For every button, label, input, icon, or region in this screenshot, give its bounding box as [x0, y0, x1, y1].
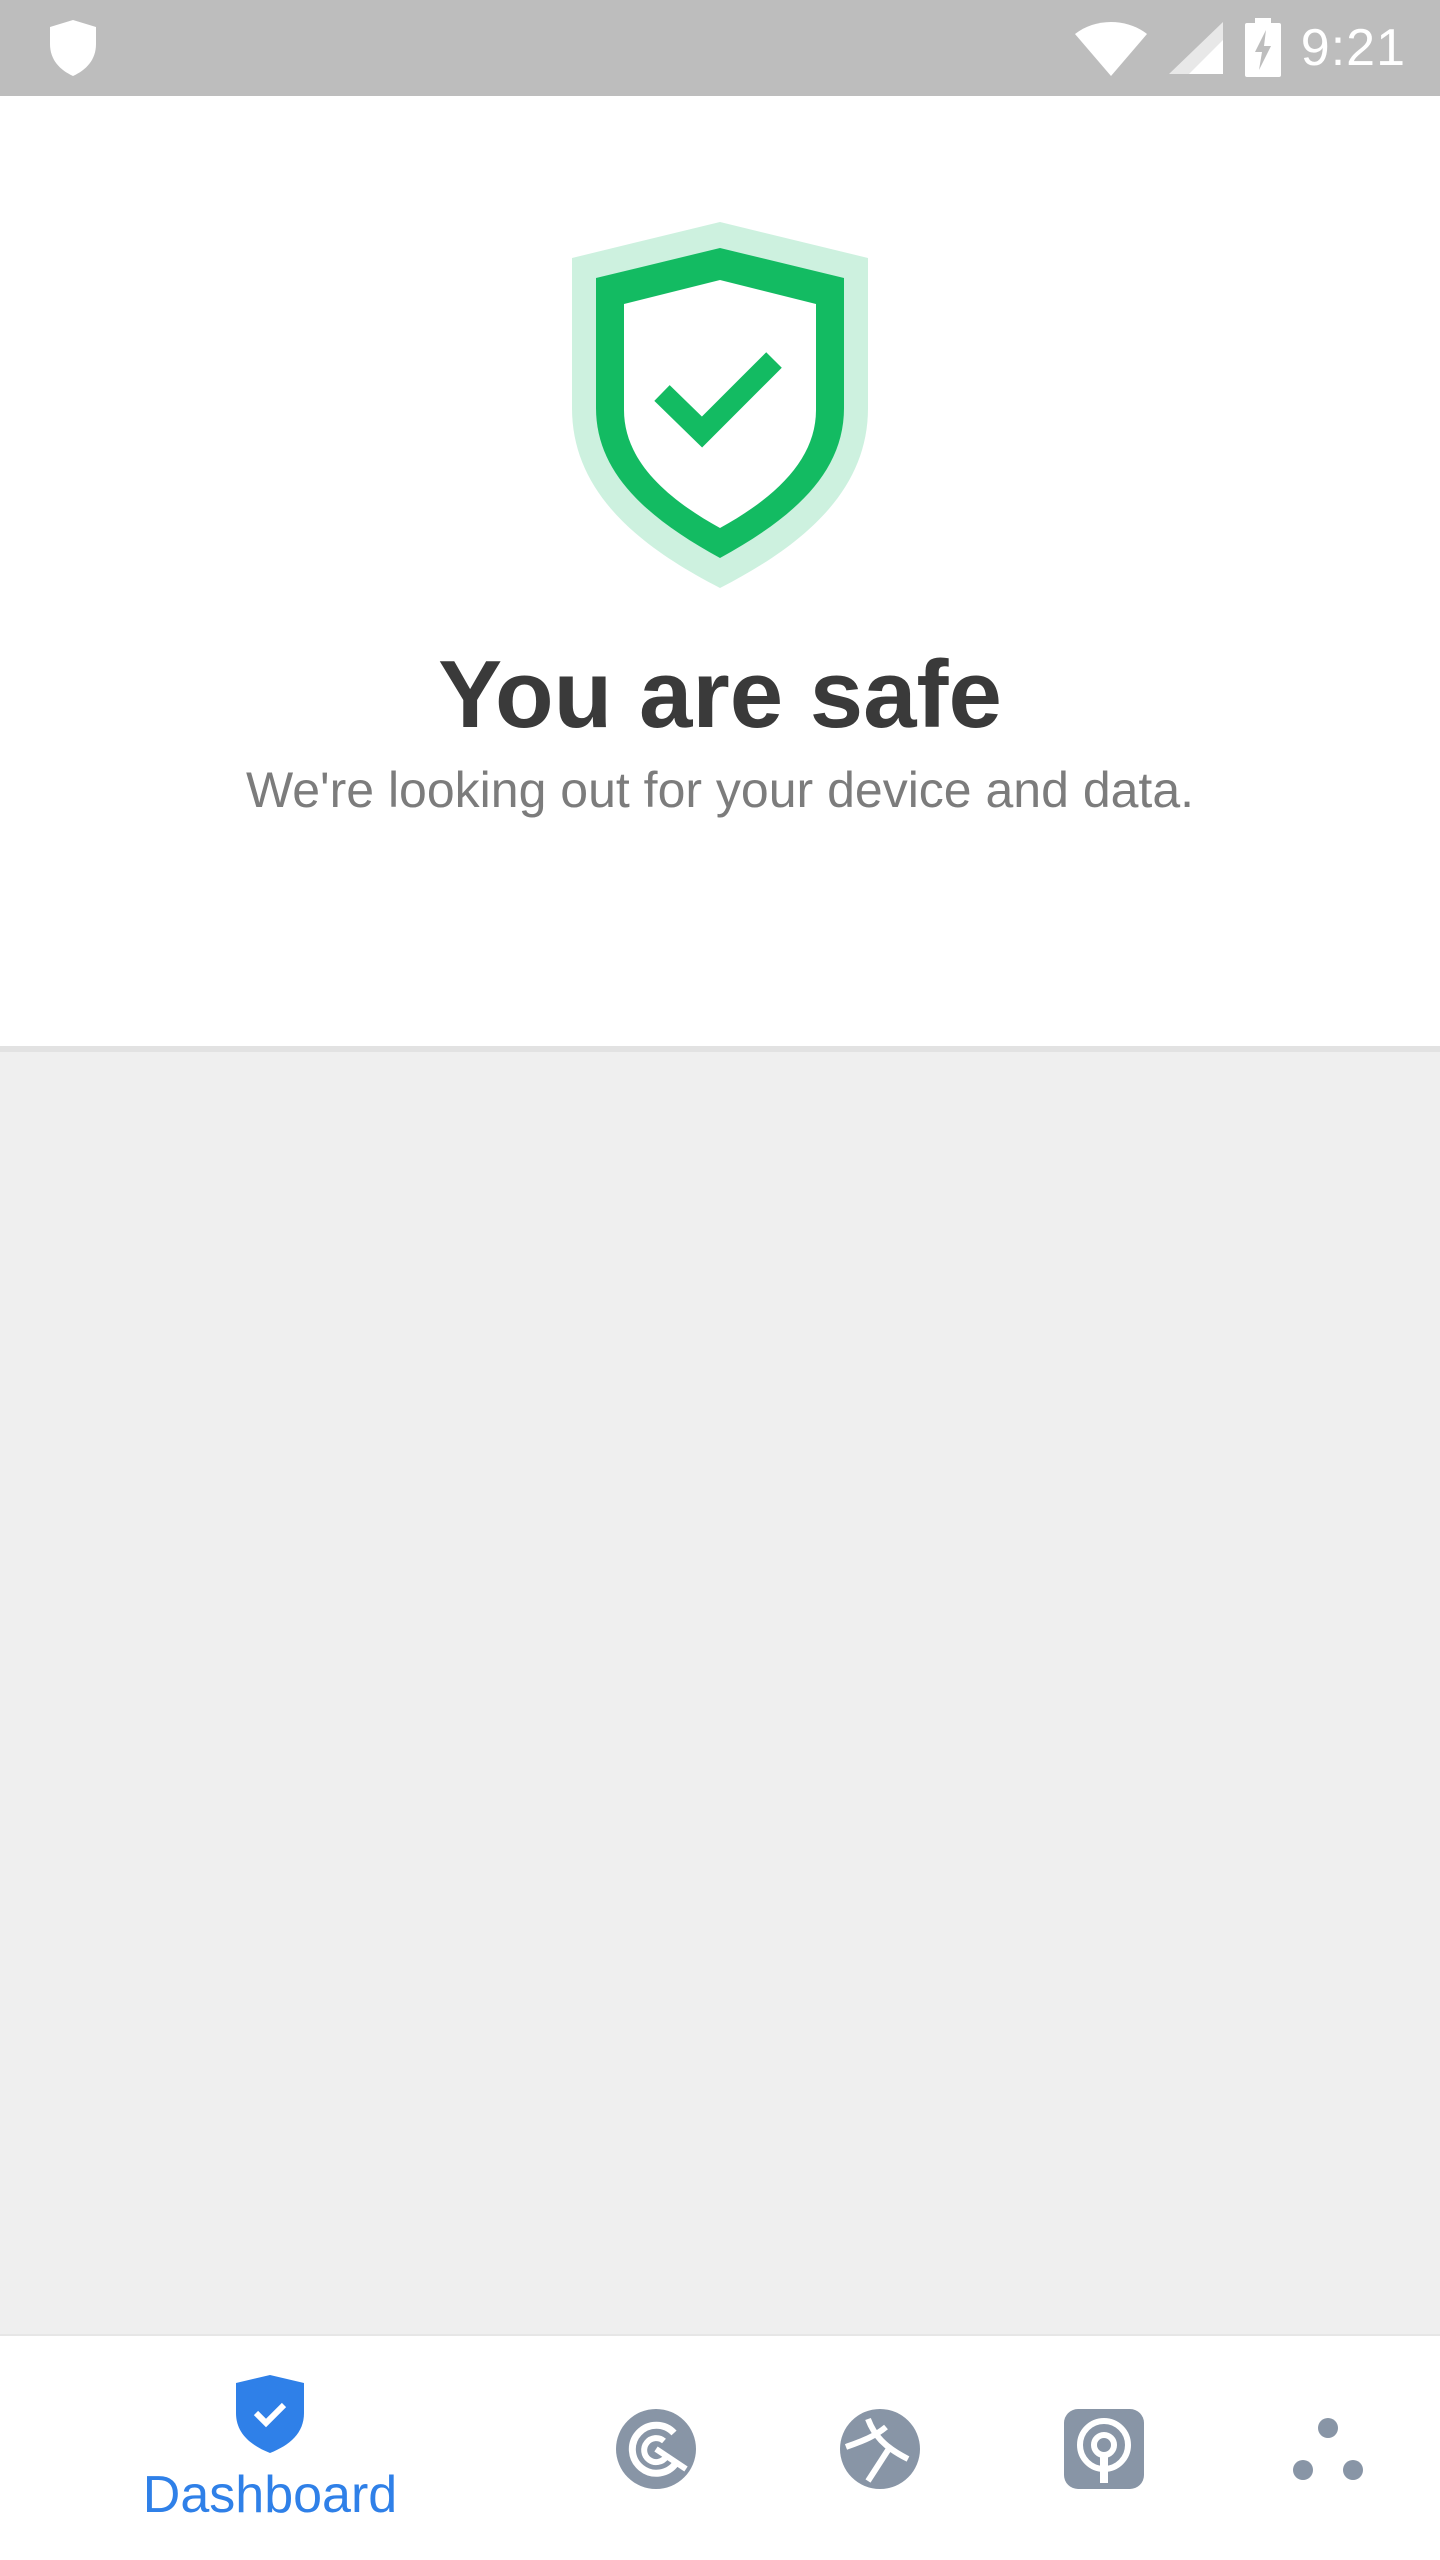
tab-browser[interactable] — [800, 2336, 960, 2560]
tab-speed[interactable] — [576, 2336, 736, 2560]
browser-globe-icon — [840, 2409, 920, 2489]
privacy-lock-icon — [1064, 2409, 1144, 2489]
status-subtitle: We're looking out for your device and da… — [245, 762, 1195, 818]
status-time: 9:21 — [1300, 19, 1406, 77]
wifi-icon — [1074, 22, 1147, 76]
tab-dashboard-label: Dashboard — [142, 2466, 398, 2524]
bottom-nav: Dashboard — [0, 2334, 1440, 2560]
speed-gauge-icon — [616, 2409, 696, 2489]
screen: 9:21 You are safe We're looking out for … — [0, 0, 1440, 2560]
page-title: You are safe — [438, 641, 1002, 748]
status-icons: 9:21 — [1073, 0, 1406, 96]
more-dots-icon — [1293, 2418, 1363, 2480]
shield-check-icon — [572, 222, 868, 588]
tab-more[interactable] — [1248, 2336, 1408, 2560]
cell-signal-icon — [1168, 22, 1223, 74]
battery-charging-icon — [1244, 18, 1281, 77]
shield-check-icon — [236, 2375, 304, 2453]
status-bar: 9:21 — [0, 0, 1440, 96]
tab-privacy[interactable] — [1024, 2336, 1184, 2560]
shield-icon — [50, 20, 96, 76]
divider — [0, 1046, 1440, 1052]
tab-dashboard[interactable]: Dashboard — [100, 2336, 440, 2560]
